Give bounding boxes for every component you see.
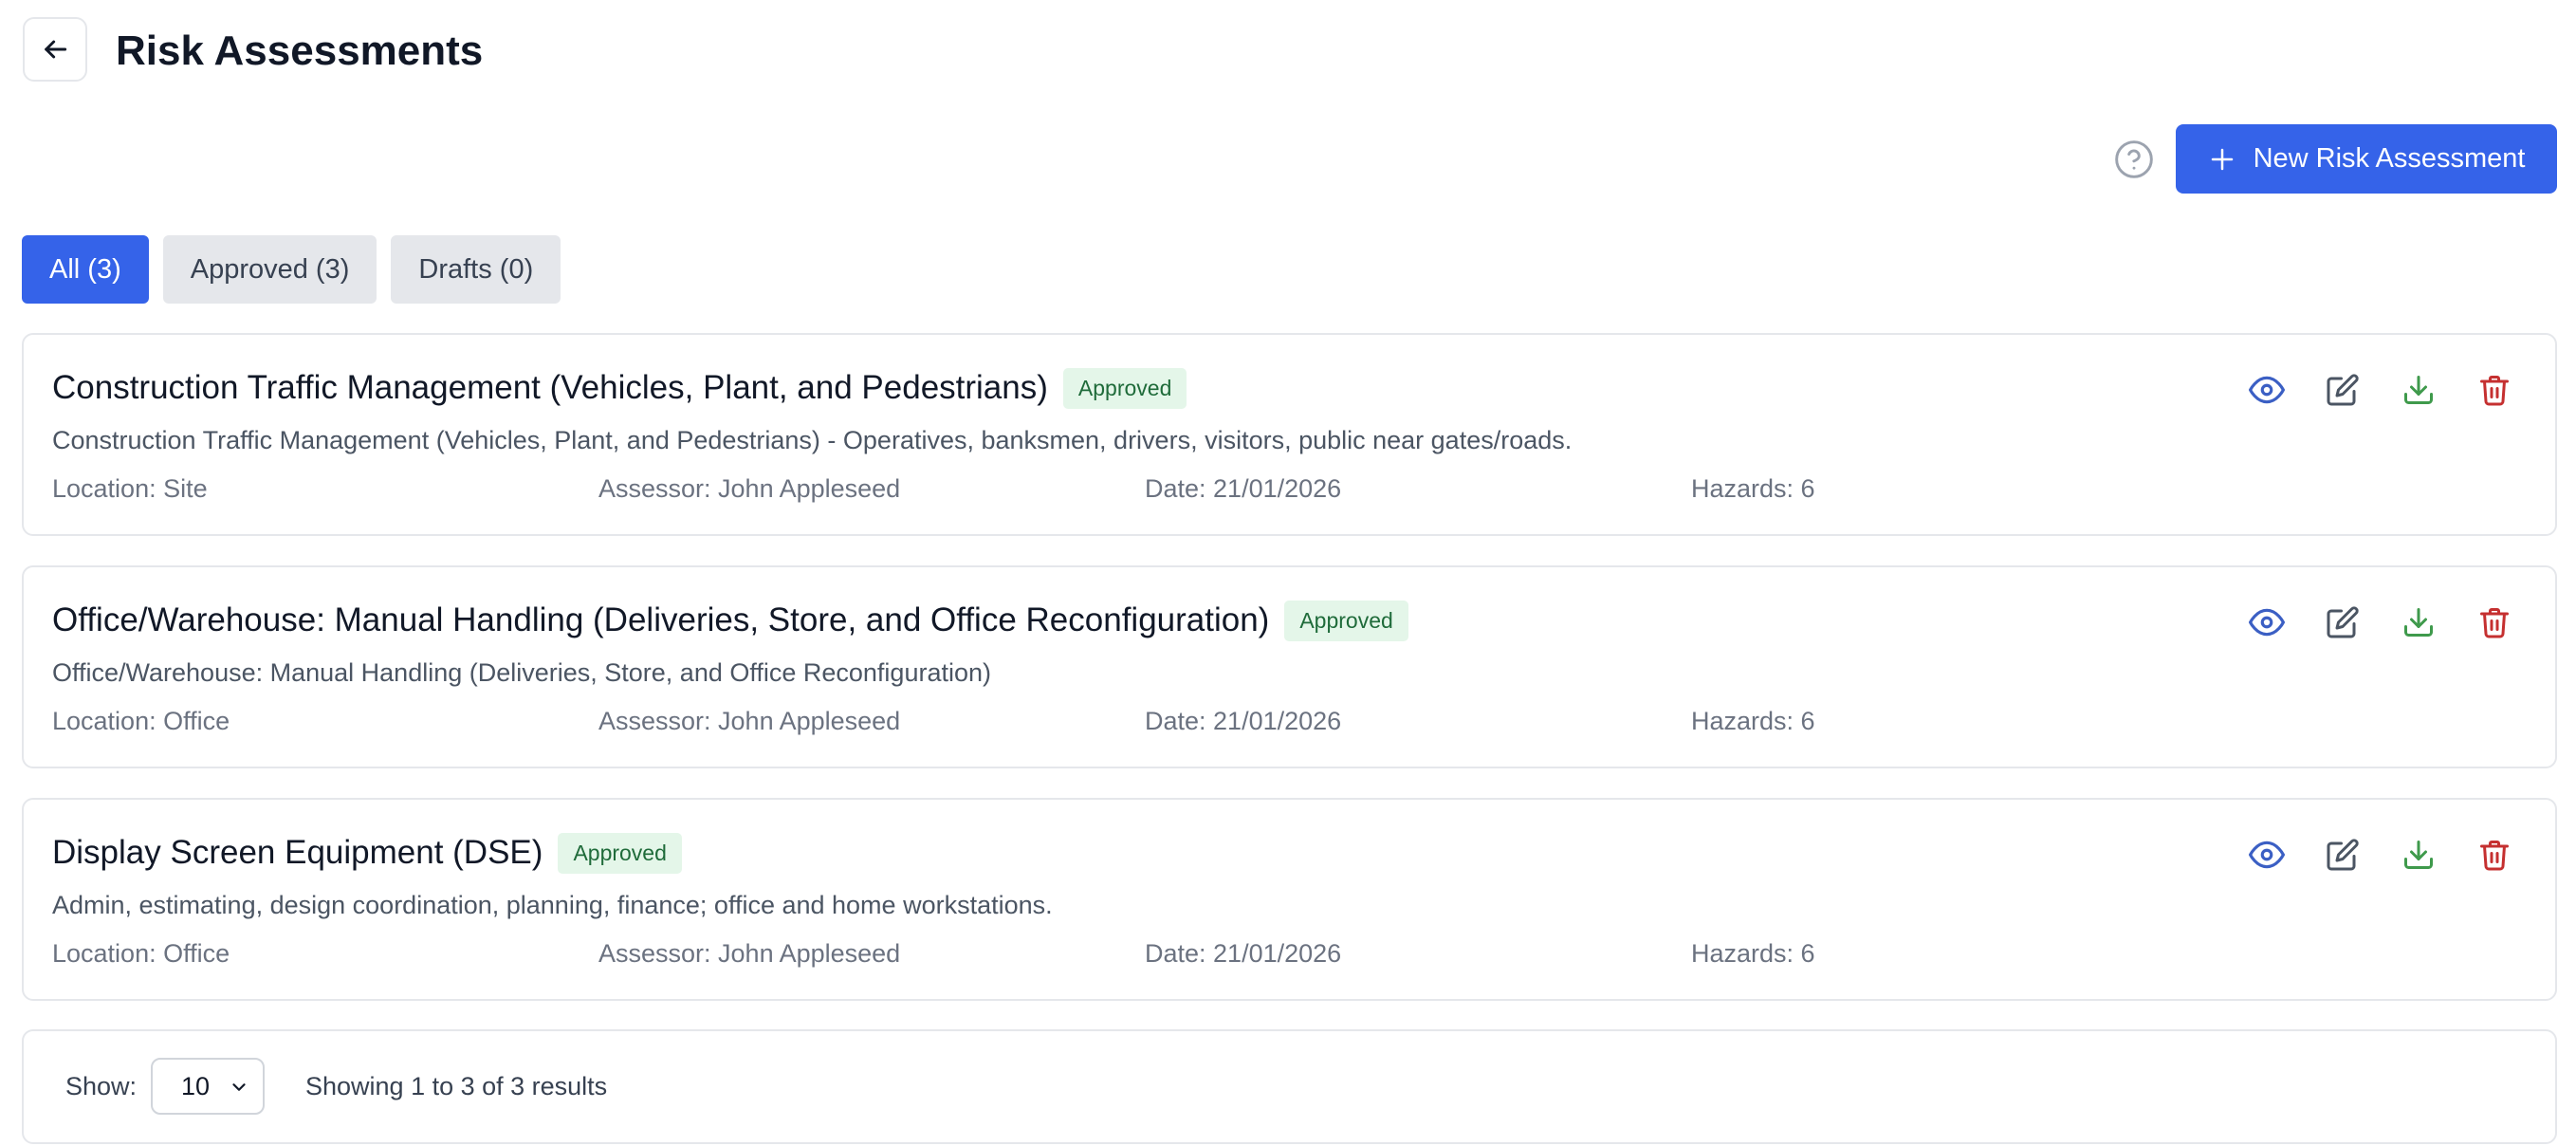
page-size-select[interactable]: 10 [151,1058,265,1115]
page-size-value: 10 [181,1071,211,1100]
assessment-title[interactable]: Construction Traffic Management (Vehicle… [52,367,1048,409]
card-actions [2248,603,2513,641]
trash-icon [2480,376,2509,406]
delete-button[interactable] [2475,836,2513,874]
show-label: Show: [65,1072,138,1100]
help-button[interactable] [2113,139,2155,180]
eye-icon [2249,376,2285,404]
edit-button[interactable] [2324,603,2362,641]
edit-button[interactable] [2324,836,2362,874]
filter-tabs: All (3) Approved (3) Drafts (0) [22,235,561,304]
tab-all[interactable]: All (3) [22,235,149,304]
download-icon [2404,376,2433,404]
chevron-down-icon [232,1083,246,1091]
download-icon [2404,841,2433,869]
assessment-card: Construction Traffic Management (Vehicle… [22,333,2557,536]
delete-button[interactable] [2475,371,2513,409]
status-badge: Approved [558,832,682,874]
edit-icon [2327,606,2359,638]
assessment-assessor: Assessor: John Appleseed [598,707,901,735]
edit-icon [2327,374,2359,406]
status-badge: Approved [1062,367,1187,409]
view-button[interactable] [2248,371,2286,409]
tab-approved[interactable]: Approved (3) [162,235,377,304]
download-icon [2404,608,2433,637]
assessment-hazards: Hazards: 6 [1691,474,1815,503]
assessment-date: Date: 21/01/2026 [1145,474,1342,503]
assessment-assessor: Assessor: John Appleseed [598,939,901,968]
status-badge: Approved [1284,600,1408,641]
card-actions [2248,371,2513,409]
download-button[interactable] [2400,603,2438,641]
assessment-card: Display Screen Equipment (DSE) Approved … [22,798,2557,1001]
new-risk-assessment-button[interactable]: New Risk Assessment [2176,124,2557,194]
assessment-assessor: Assessor: John Appleseed [598,474,901,503]
assessment-hazards: Hazards: 6 [1691,707,1815,735]
assessment-title[interactable]: Display Screen Equipment (DSE) [52,832,543,874]
new-button-label: New Risk Assessment [2253,143,2526,174]
eye-icon [2249,841,2285,869]
assessment-description: Admin, estimating, design coordination, … [52,891,1053,919]
assessment-title[interactable]: Office/Warehouse: Manual Handling (Deliv… [52,600,1269,641]
download-button[interactable] [2400,371,2438,409]
assessment-date: Date: 21/01/2026 [1145,939,1342,968]
assessment-description: Construction Traffic Management (Vehicle… [52,426,1573,454]
assessment-location: Location: Site [52,474,208,503]
plus-icon [2211,148,2233,170]
risk-assessments-page: Risk Assessments New Risk Assessment All… [0,0,2576,1146]
assessment-hazards: Hazards: 6 [1691,939,1815,968]
arrow-left-icon [45,40,67,59]
pagination-footer: Show: 10 Showing 1 to 3 of 3 results [22,1029,2557,1144]
results-summary: Showing 1 to 3 of 3 results [305,1072,608,1100]
download-button[interactable] [2400,836,2438,874]
assessment-location: Location: Office [52,707,230,735]
help-circle-icon [2115,140,2153,178]
view-button[interactable] [2248,836,2286,874]
assessment-card: Office/Warehouse: Manual Handling (Deliv… [22,565,2557,768]
card-actions [2248,836,2513,874]
view-button[interactable] [2248,603,2286,641]
trash-icon [2480,608,2509,638]
assessment-location: Location: Office [52,939,230,968]
edit-button[interactable] [2324,371,2362,409]
edit-icon [2327,839,2359,871]
assessment-description: Office/Warehouse: Manual Handling (Deliv… [52,658,991,687]
trash-icon [2480,841,2509,871]
delete-button[interactable] [2475,603,2513,641]
eye-icon [2249,608,2285,637]
assessment-date: Date: 21/01/2026 [1145,707,1342,735]
back-button[interactable] [23,17,87,82]
page-title: Risk Assessments [116,28,484,74]
tab-drafts[interactable]: Drafts (0) [391,235,561,304]
